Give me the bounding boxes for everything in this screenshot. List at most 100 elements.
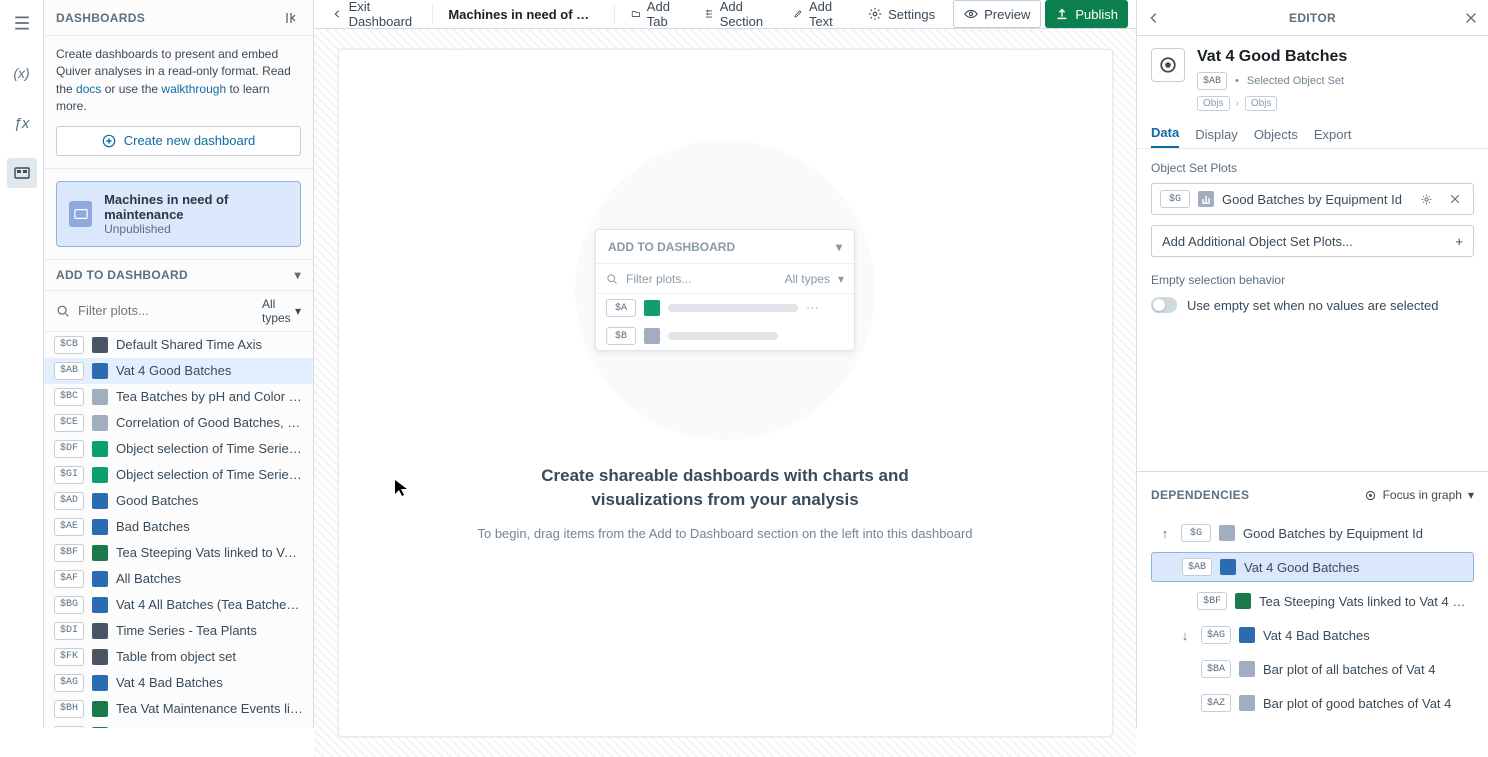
- plot-type-icon: [1235, 593, 1251, 609]
- plot-type-icon: [92, 597, 108, 613]
- collapse-icon[interactable]: [285, 10, 301, 26]
- empty-state-title: Create shareable dashboards with charts …: [485, 464, 965, 512]
- empty-selection-label: Empty selection behavior: [1151, 273, 1474, 287]
- editor-title: Vat 4 Good Batches: [1197, 48, 1474, 66]
- dashboard-title[interactable]: Machines in need of m…: [438, 0, 608, 28]
- editor-tab-display[interactable]: Display: [1195, 127, 1238, 148]
- plot-list-item[interactable]: $FKTable from object set: [44, 644, 313, 670]
- dependency-row[interactable]: $ABVat 4 Good Batches: [1151, 552, 1474, 582]
- plot-list-item[interactable]: $BGVat 4 All Batches (Tea Batches link…: [44, 592, 313, 618]
- chip-objs[interactable]: Objs: [1197, 96, 1230, 111]
- plot-list-item[interactable]: $CITea Vat Sensors linked to Tea Stee…: [44, 722, 313, 728]
- editor-panel: EDITOR Vat 4 Good Batches $AB • Selected…: [1136, 0, 1488, 728]
- editor-tab-export[interactable]: Export: [1314, 127, 1352, 148]
- dashboard-card-title: Machines in need of maintenance: [104, 192, 288, 222]
- plus-circle-icon: [102, 134, 116, 148]
- plot-list-item[interactable]: $CECorrelation of Good Batches, Main…: [44, 410, 313, 436]
- arrow-down-icon: ↓: [1177, 628, 1193, 643]
- plot-type-icon: [92, 441, 108, 457]
- cursor-icon: [394, 479, 408, 497]
- plot-type-icon: [92, 675, 108, 691]
- gear-icon[interactable]: [1416, 193, 1437, 206]
- dashboard-canvas[interactable]: ADD TO DASHBOARD▾ Filter plots...All typ…: [314, 29, 1136, 757]
- plot-list-item[interactable]: $ADGood Batches: [44, 488, 313, 514]
- plot-type-icon: [92, 649, 108, 665]
- add-section-button[interactable]: Add Section: [694, 0, 779, 28]
- plot-type-icon: [92, 389, 108, 405]
- exit-dashboard-button[interactable]: Exit Dashboard: [322, 0, 426, 28]
- plot-list-item[interactable]: $CBDefault Shared Time Axis: [44, 332, 313, 358]
- arrow-up-icon: ↑: [1157, 526, 1173, 541]
- docs-link[interactable]: docs: [76, 82, 101, 96]
- plot-list-item[interactable]: $ABVat 4 Good Batches: [44, 358, 313, 384]
- plot-list-item[interactable]: $DITime Series - Tea Plants: [44, 618, 313, 644]
- menu-icon[interactable]: [7, 8, 37, 38]
- remove-icon[interactable]: [1445, 193, 1465, 205]
- empty-state-subtitle: To begin, drag items from the Add to Das…: [477, 526, 972, 541]
- plot-type-icon: [92, 415, 108, 431]
- object-set-plot-item[interactable]: $G Good Batches by Equipment Id: [1151, 183, 1474, 215]
- plot-list-item[interactable]: $AEBad Batches: [44, 514, 313, 540]
- sidebar: DASHBOARDS Create dashboards to present …: [44, 0, 314, 728]
- plus-icon: +: [1455, 234, 1463, 249]
- plot-type-icon: [92, 467, 108, 483]
- dependency-row[interactable]: ↓$AGVat 4 Bad Batches: [1171, 620, 1474, 650]
- plot-type-icon: [92, 545, 108, 561]
- plot-type-icon: [1239, 627, 1255, 643]
- walkthrough-link[interactable]: walkthrough: [161, 82, 226, 96]
- plot-list-item[interactable]: $AFAll Batches: [44, 566, 313, 592]
- editor-tab-data[interactable]: Data: [1151, 125, 1179, 148]
- add-text-button[interactable]: Add Text: [783, 0, 854, 28]
- toggle-label: Use empty set when no values are selecte…: [1187, 298, 1438, 313]
- empty-set-toggle[interactable]: [1151, 297, 1177, 313]
- preview-button[interactable]: Preview: [953, 0, 1041, 28]
- filter-plots-input[interactable]: [78, 303, 254, 318]
- plot-type-icon: [1220, 559, 1236, 575]
- canvas-drop-area[interactable]: ADD TO DASHBOARD▾ Filter plots...All typ…: [338, 49, 1113, 737]
- add-tab-button[interactable]: Add Tab: [621, 0, 690, 28]
- plot-list-item[interactable]: $BCTea Batches by pH and Color SRM: [44, 384, 313, 410]
- filter-type-select[interactable]: All types▾: [262, 297, 301, 325]
- plot-list-item[interactable]: $BFTea Steeping Vats linked to Vat 4 G…: [44, 540, 313, 566]
- object-set-plots-label: Object Set Plots: [1151, 161, 1474, 175]
- arrow-left-icon: [332, 7, 343, 21]
- empty-illustration: ADD TO DASHBOARD▾ Filter plots...All typ…: [575, 140, 875, 440]
- editor-header-title: EDITOR: [1289, 11, 1336, 25]
- dependency-row[interactable]: $BABar plot of all batches of Vat 4: [1171, 654, 1474, 684]
- fx-icon[interactable]: ƒx: [7, 108, 37, 138]
- dependency-row[interactable]: ↑$GGood Batches by Equipment Id: [1151, 518, 1474, 548]
- plot-list-item[interactable]: $AGVat 4 Bad Batches: [44, 670, 313, 696]
- create-dashboard-button[interactable]: Create new dashboard: [56, 126, 301, 156]
- dashboard-card[interactable]: Machines in need of maintenance Unpublis…: [56, 181, 301, 247]
- plot-list-item[interactable]: $GIObject selection of Time Series - T…: [44, 462, 313, 488]
- add-to-dashboard-header[interactable]: ADD TO DASHBOARD ▾: [44, 259, 313, 291]
- chip-objs[interactable]: Objs: [1245, 96, 1278, 111]
- variable-icon[interactable]: (x): [7, 58, 37, 88]
- dependency-row[interactable]: $AZBar plot of good batches of Vat 4: [1171, 688, 1474, 718]
- dependency-row[interactable]: $BFTea Steeping Vats linked to Vat 4 Goo…: [1171, 586, 1474, 616]
- plot-type-icon: [1239, 695, 1255, 711]
- dashboard-card-icon: [69, 201, 92, 227]
- editor-back-button[interactable]: [1147, 11, 1161, 25]
- eye-icon: [964, 7, 978, 21]
- editor-close-button[interactable]: [1464, 11, 1478, 25]
- plot-list-item[interactable]: $DFObject selection of Time Series - T…: [44, 436, 313, 462]
- dependencies-title: DEPENDENCIES: [1151, 488, 1249, 502]
- chevron-down-icon: ▾: [836, 240, 842, 254]
- plot-list-item[interactable]: $BHTea Vat Maintenance Events linke…: [44, 696, 313, 722]
- plot-type-icon: [92, 701, 108, 717]
- plot-type-icon: [92, 337, 108, 353]
- upload-icon: [1055, 7, 1069, 21]
- dashboard-icon[interactable]: [7, 158, 37, 188]
- focus-in-graph-button[interactable]: Focus in graph ▾: [1364, 488, 1474, 502]
- object-set-icon: [1151, 48, 1185, 82]
- tab-icon: [631, 7, 641, 21]
- plot-type-icon: [92, 571, 108, 587]
- editor-tab-objects[interactable]: Objects: [1254, 127, 1298, 148]
- settings-button[interactable]: Settings: [858, 0, 945, 28]
- add-object-set-plot-button[interactable]: Add Additional Object Set Plots... +: [1151, 225, 1474, 257]
- editor-subtitle: Selected Object Set: [1247, 75, 1344, 87]
- plot-type-icon: [92, 363, 108, 379]
- publish-button[interactable]: Publish: [1045, 0, 1128, 28]
- section-icon: [704, 7, 714, 21]
